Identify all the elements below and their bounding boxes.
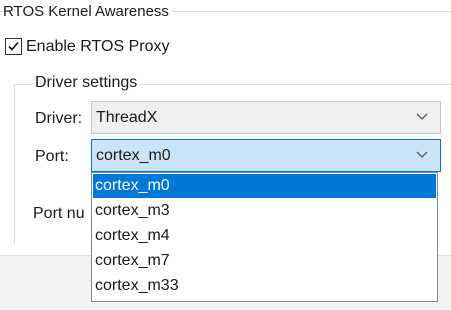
driver-settings-title: Driver settings [33, 73, 141, 93]
driver-select[interactable]: ThreadX [91, 101, 441, 134]
enable-rtos-proxy-checkbox[interactable] [5, 38, 22, 55]
port-label: Port: [35, 148, 69, 165]
driver-select-value: ThreadX [96, 109, 158, 126]
port-option[interactable]: cortex_m0 [93, 174, 436, 198]
port-select-value: cortex_m0 [96, 147, 171, 164]
port-option[interactable]: cortex_m7 [93, 249, 436, 273]
port-select[interactable]: cortex_m0 [91, 139, 441, 172]
port-number-label: Port nu [33, 205, 85, 222]
port-option[interactable]: cortex_m3 [93, 199, 436, 223]
chevron-down-icon [416, 151, 428, 158]
driver-label: Driver: [35, 110, 83, 127]
port-option[interactable]: cortex_m33 [93, 274, 436, 298]
enable-rtos-proxy-label[interactable]: Enable RTOS Proxy [26, 37, 169, 57]
rtos-group-title: RTOS Kernel Awareness [3, 3, 172, 21]
port-option[interactable]: cortex_m4 [93, 224, 436, 248]
port-dropdown-list[interactable]: cortex_m0 cortex_m3 cortex_m4 cortex_m7 … [91, 172, 438, 302]
chevron-down-icon [416, 113, 428, 120]
check-icon [8, 41, 19, 51]
